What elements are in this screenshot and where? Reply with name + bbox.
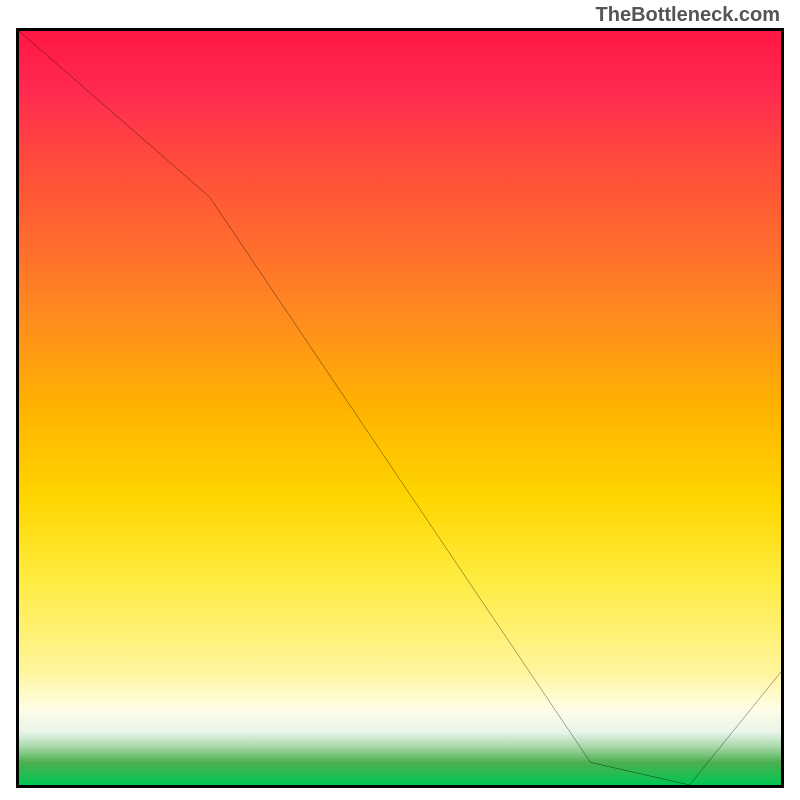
- chart-line-series: [19, 31, 781, 785]
- chart-plot-area: [16, 28, 784, 788]
- watermark-text: TheBottleneck.com: [596, 4, 780, 27]
- line-path: [19, 31, 781, 785]
